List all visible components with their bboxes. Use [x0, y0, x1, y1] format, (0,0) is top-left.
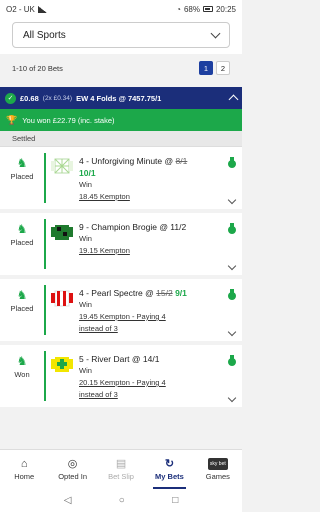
sky-bet-badge: sky bet [207, 458, 228, 470]
leg-market: Win [79, 300, 92, 309]
nav-my-bets[interactable]: ↻ My Bets [145, 450, 193, 489]
nav-opted-in[interactable]: ◎ Opted In [48, 450, 96, 489]
leg-race-note: instead of 3 [79, 390, 118, 399]
status-line [44, 351, 46, 401]
sport-filter-select[interactable]: All Sports [12, 22, 230, 48]
home-icon: ⌂ [20, 458, 28, 470]
leg-selection: 4 - Pearl Spectre @ [79, 288, 157, 298]
status-line [44, 285, 46, 335]
opted-in-icon: ◎ [67, 458, 78, 470]
bet-stake-breakdown: (2x £0.34) [42, 94, 73, 102]
leg-market: Win [79, 180, 92, 189]
bet-stake: £0.68 [20, 93, 39, 103]
leg-market: Win [79, 366, 92, 375]
bet-leg[interactable]: ♞ Placed 4 - Pearl Spectre @ 15/2 9/1 Wi… [0, 279, 242, 345]
battery-percent: 68% [183, 4, 200, 14]
carrier-label: O2 - UK [6, 4, 35, 14]
bottom-nav: ⌂ Home ◎ Opted In ▤ Bet Slip ↻ My Bets s… [0, 449, 242, 489]
jockey-silk-icon [51, 357, 73, 372]
my-bets-icon: ↻ [164, 458, 175, 470]
leg-old-price: 15/2 [156, 288, 173, 298]
horse-racing-icon: ♞ [16, 288, 28, 302]
nav-home-label: Home [14, 472, 35, 481]
horse-racing-icon: ♞ [16, 222, 28, 236]
bet-leg[interactable]: ♞ Placed 9 - Champion Brogie @ 11/2 Win … [0, 213, 242, 279]
leg-selection: 4 - Unforgiving Minute @ [79, 156, 176, 166]
nav-games-label: Games [205, 472, 230, 481]
pager: 1 2 [199, 61, 230, 75]
jockey-silk-icon [51, 290, 73, 307]
back-icon[interactable]: ◁ [64, 495, 72, 506]
leg-selection: 5 - River Dart @ 14/1 [79, 354, 160, 364]
nav-my-bets-label: My Bets [155, 472, 184, 481]
nav-opted-in-label: Opted In [58, 472, 87, 481]
system-nav-bar: ◁ ○ □ [0, 489, 242, 512]
trophy-icon: 🏆 [6, 114, 18, 125]
jockey-silk-icon [51, 225, 73, 240]
medal-icon [228, 157, 236, 168]
status-line [44, 153, 46, 203]
recents-icon[interactable]: □ [172, 495, 178, 506]
leg-race[interactable]: 20.15 Kempton - Paying 4 [79, 377, 222, 389]
medal-icon [228, 289, 236, 300]
chevron-down-icon[interactable] [227, 327, 237, 337]
leg-result: Placed [10, 238, 34, 247]
leg-result: Placed [10, 304, 34, 313]
pagination-row: 1-10 of 20 Bets 1 2 [0, 57, 242, 79]
bet-type: EW 4 Folds @ 7457.75/1 [76, 93, 162, 103]
horse-racing-icon: ♞ [16, 354, 28, 368]
chevron-down-icon[interactable] [227, 195, 237, 205]
status-bar: O2 - UK ◔ 68% 20:25 [0, 0, 242, 18]
chevron-up-icon[interactable] [228, 94, 239, 105]
medal-icon [228, 223, 236, 234]
leg-result: Placed [10, 172, 34, 181]
leg-race-note: instead of 3 [79, 324, 118, 333]
leg-selection: 9 - Champion Brogie @ 11/2 [79, 222, 187, 232]
signal-icon [37, 5, 47, 13]
chevron-down-icon [210, 28, 221, 38]
nav-bet-slip[interactable]: ▤ Bet Slip [97, 450, 145, 489]
chevron-down-icon[interactable] [227, 261, 237, 271]
won-amount: You won £22.79 (inc. stake) [22, 115, 115, 125]
bet-slip-icon: ▤ [115, 458, 127, 470]
leg-old-price: 8/1 [175, 156, 188, 166]
check-icon: ✓ [5, 92, 16, 104]
nav-bet-slip-label: Bet Slip [108, 472, 134, 481]
page-button-1[interactable]: 1 [199, 61, 213, 75]
settled-label: Settled [0, 131, 242, 147]
leg-race[interactable]: 19.45 Kempton - Paying 4 [79, 311, 222, 323]
medal-icon [228, 355, 236, 366]
leg-market: Win [79, 234, 92, 243]
bet-header[interactable]: ✓ £0.68 (2x £0.34) EW 4 Folds @ 7457.75/… [0, 87, 242, 109]
jockey-silk-icon [51, 158, 73, 174]
leg-new-price: 10/1 [79, 168, 96, 178]
leg-race[interactable]: 19.15 Kempton [79, 245, 222, 257]
bet-leg[interactable]: ♞ Placed 4 - Unforgiving Minute @ 8/1 10… [0, 147, 242, 213]
horse-racing-icon: ♞ [16, 156, 28, 170]
won-banner: 🏆 You won £22.79 (inc. stake) [0, 109, 242, 131]
leg-new-price: 9/1 [175, 288, 187, 298]
chevron-down-icon[interactable] [227, 393, 237, 403]
home-circle-icon[interactable]: ○ [119, 495, 125, 506]
filter-area: All Sports [0, 18, 242, 54]
nav-home[interactable]: ⌂ Home [0, 450, 48, 489]
sport-filter-value: All Sports [23, 29, 66, 41]
bets-count: 1-10 of 20 Bets [12, 63, 63, 73]
leg-race[interactable]: 18.45 Kempton [79, 191, 222, 203]
page-button-2[interactable]: 2 [216, 61, 230, 75]
leg-result: Won [14, 370, 30, 379]
status-line [44, 219, 46, 269]
clock: 20:25 [215, 4, 236, 14]
battery-icon [202, 6, 213, 12]
nav-games[interactable]: sky bet Games [194, 450, 242, 489]
bet-leg[interactable]: ♞ Won 5 - River Dart @ 14/1 Win 20.15 Ke… [0, 345, 242, 411]
wifi-icon: ◔ [176, 4, 181, 14]
